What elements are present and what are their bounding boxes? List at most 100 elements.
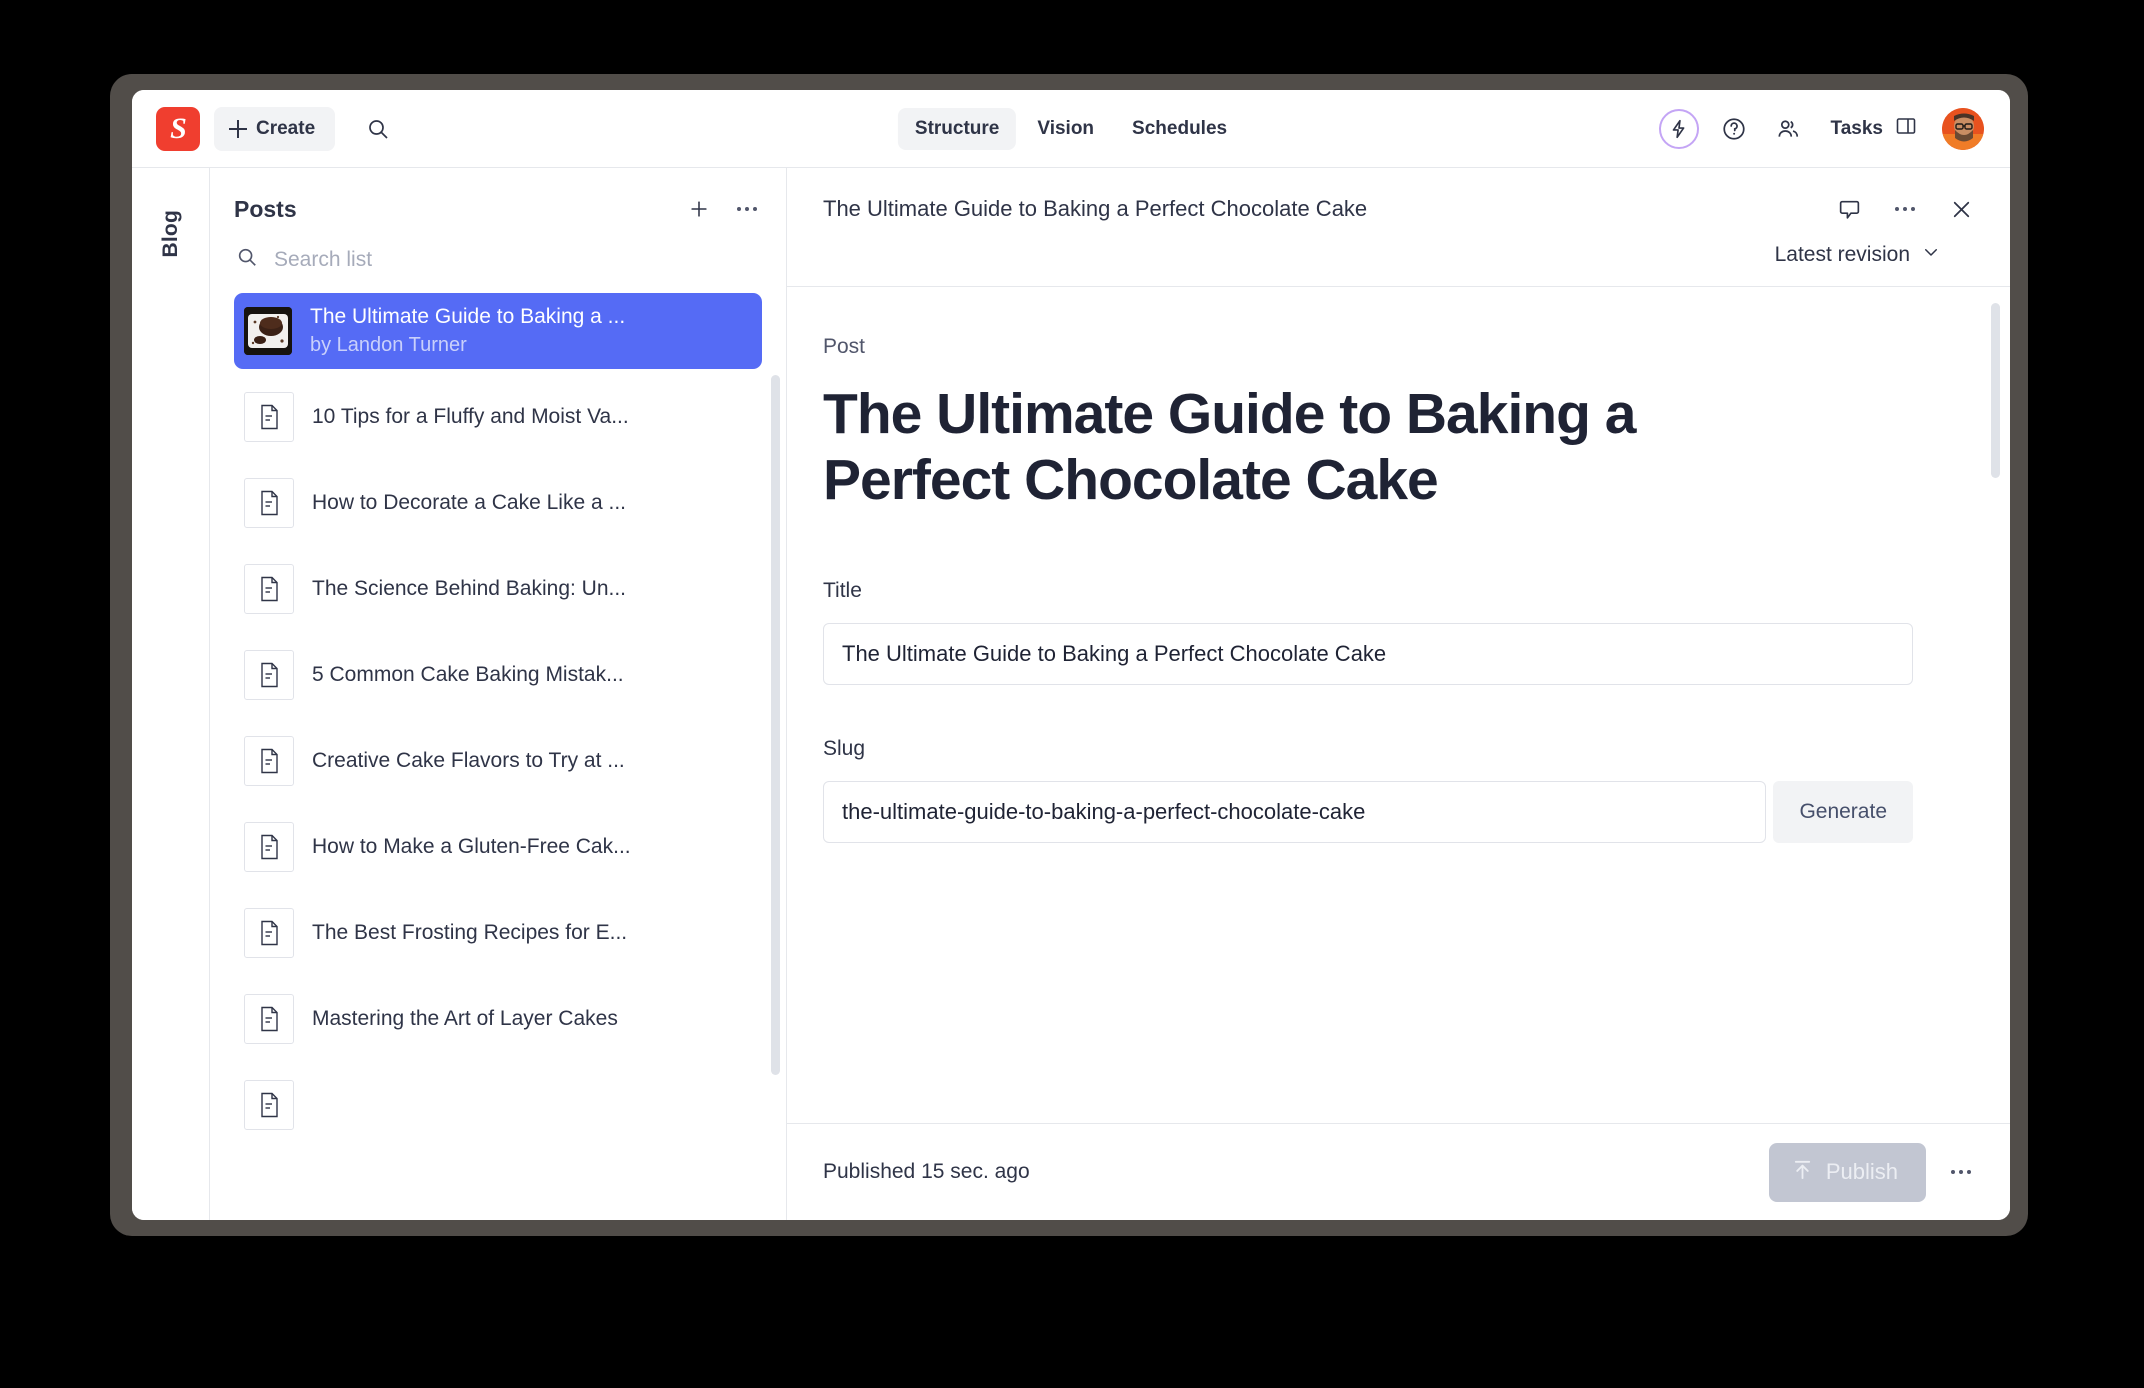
list-item-text: Creative Cake Flavors to Try at ... — [312, 748, 625, 774]
user-avatar[interactable] — [1942, 107, 1984, 150]
close-icon[interactable] — [1942, 190, 1980, 228]
published-status: Published 15 sec. ago — [823, 1160, 1030, 1183]
list-item-subtitle: by Landon Turner — [310, 334, 467, 357]
navbar-left-group: S Create — [156, 106, 397, 151]
list-item[interactable] — [234, 1067, 762, 1143]
posts-scrollbar[interactable] — [771, 375, 780, 1220]
post-thumbnail — [244, 307, 292, 355]
list-item-text: How to Make a Gluten-Free Cak... — [312, 834, 631, 860]
document-icon — [244, 392, 294, 442]
document-main-title: The Ultimate Guide to Baking a Perfect C… — [823, 382, 1636, 513]
list-item[interactable]: The Science Behind Baking: Un... — [234, 551, 762, 627]
plus-icon[interactable] — [682, 192, 716, 226]
document-icon — [244, 994, 294, 1044]
list-item[interactable]: Creative Cake Flavors to Try at ... — [234, 723, 762, 799]
navbar-tabs: Structure Vision Schedules — [897, 107, 1244, 150]
list-item-text: The Best Frosting Recipes for E... — [312, 920, 627, 946]
top-navbar: S Create Structure Vision Schedules Task… — [132, 90, 2010, 168]
ellipsis-icon[interactable] — [730, 192, 764, 226]
chevron-down-icon — [1922, 243, 1940, 267]
document-body-scroll: Post The Ultimate Guide to Baking a Perf… — [787, 286, 2010, 1124]
app-window: S Create Structure Vision Schedules Task… — [132, 90, 2010, 1220]
list-item-text: Mastering the Art of Layer Cakes — [312, 1006, 618, 1032]
list-item[interactable]: How to Make a Gluten-Free Cak... — [234, 809, 762, 885]
users-icon[interactable] — [1769, 110, 1807, 148]
posts-pane-title: Posts — [234, 195, 297, 222]
list-item-text: The Science Behind Baking: Un... — [312, 576, 626, 602]
document-icon — [244, 1080, 294, 1130]
list-item-title: How to Make a Gluten-Free Cak... — [312, 834, 631, 858]
sanity-logo[interactable]: S — [156, 106, 200, 151]
field-slug: Slug Generate — [823, 737, 1913, 844]
navbar-right-group: Tasks — [1658, 107, 1984, 150]
generate-slug-button[interactable]: Generate — [1773, 781, 1913, 844]
create-button-label: Create — [256, 117, 316, 139]
list-item-title: The Best Frosting Recipes for E... — [312, 920, 628, 944]
tab-schedules[interactable]: Schedules — [1115, 108, 1244, 150]
blog-rail: Blog — [132, 168, 210, 1220]
tab-structure[interactable]: Structure — [897, 107, 1017, 150]
field-label-slug: Slug — [823, 737, 866, 761]
list-item-text: 10 Tips for a Fluffy and Moist Va... — [312, 404, 629, 430]
publish-arrow-icon — [1791, 1158, 1814, 1187]
rail-item-blog[interactable]: Blog — [159, 210, 183, 257]
posts-list: The Ultimate Guide to Baking a ... by La… — [210, 293, 786, 1220]
revision-select[interactable]: Latest revision — [1769, 242, 1946, 268]
list-item[interactable]: 5 Common Cake Baking Mistak... — [234, 637, 762, 713]
main-area: Blog Posts Search list The Ultimate Guid… — [132, 168, 2010, 1220]
document-header-title: The Ultimate Guide to Baking a Perfect C… — [823, 196, 1368, 221]
plus-icon — [229, 119, 247, 138]
document-icon — [244, 478, 294, 528]
posts-pane-actions — [682, 192, 764, 226]
document-pane: The Ultimate Guide to Baking a Perfect C… — [787, 168, 2010, 1220]
slug-input[interactable] — [823, 781, 1767, 844]
document-icon — [244, 650, 294, 700]
search-input[interactable] — [272, 246, 762, 273]
list-item-title: Creative Cake Flavors to Try at ... — [312, 748, 625, 772]
list-item-title: Mastering the Art of Layer Cakes — [312, 1006, 618, 1030]
document-scrollbar[interactable] — [1991, 303, 2000, 1107]
title-input[interactable] — [823, 623, 1913, 686]
document-icon — [244, 908, 294, 958]
create-button[interactable]: Create — [214, 106, 336, 151]
list-item-text: The Ultimate Guide to Baking a ... by La… — [310, 304, 625, 358]
tasks-button[interactable]: Tasks — [1829, 110, 1920, 148]
publish-button-label: Publish — [1825, 1159, 1898, 1184]
lightning-bolt-icon[interactable] — [1658, 108, 1699, 149]
document-header-actions — [1830, 190, 1980, 228]
tab-vision[interactable]: Vision — [1020, 108, 1111, 150]
comment-icon[interactable] — [1830, 190, 1868, 228]
list-item-title: 5 Common Cake Baking Mistak... — [312, 662, 624, 686]
slug-row: Generate — [823, 781, 1913, 844]
ellipsis-icon[interactable] — [1942, 1153, 1980, 1191]
posts-scrollbar-thumb[interactable] — [771, 375, 780, 1075]
document-footer: Published 15 sec. ago Publish — [787, 1124, 2010, 1220]
question-circle-icon[interactable] — [1715, 110, 1753, 148]
document-type-label: Post — [823, 335, 866, 358]
document-revision-row: Latest revision — [823, 228, 1980, 286]
list-item[interactable]: Mastering the Art of Layer Cakes — [234, 981, 762, 1057]
list-item-title: 10 Tips for a Fluffy and Moist Va... — [312, 404, 629, 428]
document-body: Post The Ultimate Guide to Baking a Perf… — [787, 287, 2010, 935]
document-icon — [244, 564, 294, 614]
ellipsis-icon[interactable] — [1886, 190, 1924, 228]
tasks-label: Tasks — [1830, 117, 1883, 139]
panel-layout-icon — [1894, 114, 1918, 144]
list-item-title: How to Decorate a Cake Like a ... — [312, 490, 626, 514]
search-icon[interactable] — [359, 110, 397, 148]
document-icon — [244, 736, 294, 786]
document-footer-actions: Publish — [1768, 1142, 1980, 1202]
search-icon — [236, 246, 258, 273]
posts-pane-header: Posts — [210, 168, 786, 242]
list-item[interactable]: 10 Tips for a Fluffy and Moist Va... — [234, 379, 762, 455]
list-item-title: The Ultimate Guide to Baking a ... — [310, 304, 626, 328]
posts-pane: Posts Search list The Ultimate Guide to … — [210, 168, 787, 1220]
publish-button[interactable]: Publish — [1768, 1142, 1926, 1202]
list-item[interactable]: The Best Frosting Recipes for E... — [234, 895, 762, 971]
list-item-text: 5 Common Cake Baking Mistak... — [312, 662, 624, 688]
document-scrollbar-thumb[interactable] — [1991, 303, 2000, 478]
document-header-row: The Ultimate Guide to Baking a Perfect C… — [823, 190, 1980, 228]
list-item[interactable]: The Ultimate Guide to Baking a ... by La… — [234, 293, 762, 369]
revision-select-label: Latest revision — [1774, 243, 1910, 266]
list-item[interactable]: How to Decorate a Cake Like a ... — [234, 465, 762, 541]
